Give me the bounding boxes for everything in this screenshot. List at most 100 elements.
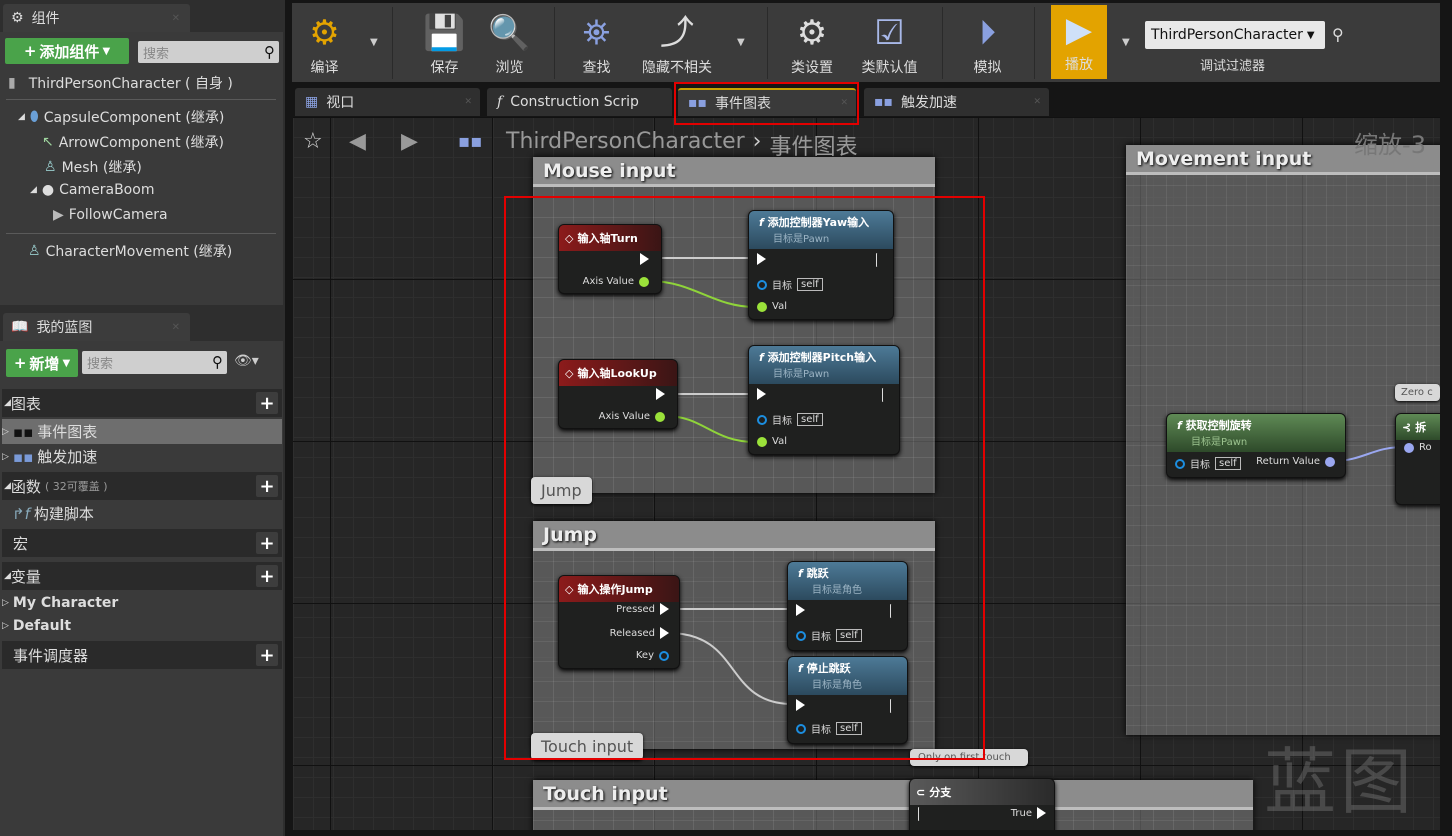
tree-root[interactable]: ▮ ThirdPersonCharacter ( 自身 ) bbox=[8, 73, 233, 93]
construction-script-icon: ↱f bbox=[12, 504, 30, 523]
rotator-out-pin[interactable] bbox=[1325, 456, 1335, 467]
left-panel: ⚙ 组件 ✕ + 添加组件 ▼ 搜索 ⚲ ▮ ThirdPersonCharacter ( … bbox=[0, 0, 285, 836]
tree-item[interactable]: ↖ ArrowComponent (继承) bbox=[42, 132, 224, 152]
play-icon: ▶ bbox=[1065, 10, 1093, 50]
checklist-icon: ☑ bbox=[874, 13, 905, 53]
chevron-down-icon: ▼ bbox=[1306, 29, 1315, 41]
tree-item[interactable]: ♙ Mesh (继承) bbox=[44, 157, 142, 177]
components-panel: + 添加组件 ▼ 搜索 ⚲ ▮ ThirdPersonCharacter ( 自身 ) … bbox=[0, 32, 283, 305]
close-icon[interactable]: ✕ bbox=[172, 322, 180, 333]
graph-item-event-graph[interactable]: ▷ ▪▪ 事件图表 bbox=[2, 419, 282, 444]
my-blueprint-tab[interactable]: 📖 我的蓝图 ✕ bbox=[3, 313, 190, 341]
variable-category[interactable]: ▷ Default bbox=[2, 613, 282, 638]
capsule-icon: ⬮ bbox=[29, 109, 39, 125]
tree-item[interactable]: ◢ ● CameraBoom bbox=[30, 182, 154, 198]
class-settings-button[interactable]: ⚙ 类设置 bbox=[787, 3, 837, 82]
divider bbox=[1034, 7, 1035, 79]
tab-sprint[interactable]: ▪▪ 触发加速 ✕ bbox=[864, 88, 1049, 116]
highlight-box-graph bbox=[504, 196, 985, 760]
spring-arm-icon: ● bbox=[41, 182, 55, 198]
class-defaults-button[interactable]: ☑ 类默认值 bbox=[857, 3, 922, 82]
function-item-construction-script[interactable]: ↱f 构建脚本 bbox=[2, 501, 282, 526]
blueprint-search-input[interactable]: 搜索 ⚲ bbox=[82, 351, 227, 374]
compile-icon: ⚙ bbox=[309, 13, 340, 53]
add-component-button[interactable]: + 添加组件 ▼ bbox=[5, 38, 129, 64]
add-new-button[interactable]: + 新增 ▼ bbox=[6, 349, 78, 377]
function-icon: f bbox=[497, 94, 503, 110]
break-icon: ⊰ bbox=[1402, 420, 1412, 434]
debug-filter-label: 调试过滤器 bbox=[1200, 59, 1266, 74]
my-blueprint-panel: + 新增 ▼ 搜索 ⚲ 👁▾ ◢ 图表 + ▷ ▪▪ 事件图表 ▷ ▪▪ 触发加速 ◢ 函数( 32… bbox=[0, 341, 283, 836]
divider bbox=[942, 7, 943, 79]
rotator-in-pin[interactable] bbox=[1404, 442, 1414, 453]
plus-icon: + bbox=[23, 42, 37, 60]
close-icon[interactable]: ✕ bbox=[464, 97, 472, 107]
simulate-button[interactable]: ⏵ 模拟 bbox=[965, 3, 1010, 82]
section-functions[interactable]: ◢ 函数( 32可覆盖 ) + bbox=[2, 472, 282, 500]
graph-icon: ▪▪ bbox=[12, 447, 34, 466]
divider bbox=[392, 7, 393, 79]
section-variables[interactable]: ◢ 变量 + bbox=[2, 562, 282, 590]
save-icon: 💾 bbox=[423, 13, 466, 53]
components-icon: ⚙ bbox=[11, 10, 24, 26]
true-exec-pin[interactable] bbox=[1037, 807, 1046, 819]
tab-viewport[interactable]: ▦ 视口 ✕ bbox=[295, 88, 480, 116]
hide-unrelated-button[interactable]: ⤴ 隐藏不相关 bbox=[637, 3, 717, 82]
components-tab[interactable]: ⚙ 组件 ✕ bbox=[3, 4, 190, 32]
node-branch[interactable]: ⊂ 分支 True bbox=[909, 778, 1055, 830]
viewport-icon: ▦ bbox=[305, 94, 319, 110]
node-get-control-rotation[interactable]: f 获取控制旋转 目标是Pawn 目标 self Return Value bbox=[1166, 413, 1346, 478]
node-break-rotator[interactable]: ⊰ 拆 Ro bbox=[1395, 413, 1440, 505]
target-pin[interactable] bbox=[1175, 458, 1185, 469]
find-button[interactable]: ⛯ 查找 bbox=[574, 3, 619, 82]
add-variable-button[interactable]: + bbox=[256, 565, 278, 587]
hide-options-chevron-icon[interactable]: ▼ bbox=[737, 37, 745, 48]
divider bbox=[554, 7, 555, 79]
add-function-button[interactable]: + bbox=[256, 475, 278, 497]
mesh-icon: ♙ bbox=[44, 159, 57, 175]
variable-category[interactable]: ▷ My Character bbox=[2, 590, 282, 615]
component-search-input[interactable]: 搜索 ⚲ bbox=[138, 41, 279, 63]
class-settings-icon: ⚙ bbox=[796, 13, 828, 53]
tree-item[interactable]: ◢ ⬮ CapsuleComponent (继承) bbox=[18, 107, 224, 127]
graph-icon: ▪▪ bbox=[12, 422, 34, 441]
play-button[interactable]: ▶ 播放 bbox=[1051, 5, 1107, 79]
function-icon: f bbox=[1177, 419, 1182, 432]
debug-object-select[interactable]: ThirdPersonCharacter ▼ bbox=[1145, 21, 1325, 49]
movement-icon: ♙ bbox=[28, 243, 41, 259]
close-icon[interactable]: ✕ bbox=[172, 13, 180, 24]
tree-item[interactable]: ♙ CharacterMovement (继承) bbox=[28, 241, 232, 261]
tab-construction-script[interactable]: f Construction Scrip bbox=[487, 88, 672, 116]
divider bbox=[767, 7, 768, 79]
capsule-icon: ▮ bbox=[8, 75, 16, 91]
add-graph-button[interactable]: + bbox=[256, 392, 278, 414]
play-options-chevron-icon[interactable]: ▼ bbox=[1122, 37, 1130, 48]
compile-options-chevron-icon[interactable]: ▼ bbox=[370, 37, 378, 48]
chevron-down-icon: ▼ bbox=[102, 45, 111, 57]
toolbar: ⚙ 编译 ▼ 💾 保存 🔍 浏览 ⛯ 查找 ⤴ 隐藏不相关 ▼ ⚙ 类设置 ☑ 类默认值 ⏵ 模… bbox=[292, 3, 1440, 82]
section-macros[interactable]: 宏 + bbox=[2, 529, 282, 557]
compile-button[interactable]: ⚙ 编译 bbox=[302, 3, 347, 82]
save-button[interactable]: 💾 保存 bbox=[422, 3, 467, 82]
graph-icon: ▪▪ bbox=[874, 94, 893, 110]
binoculars-icon: ⛯ bbox=[582, 13, 611, 53]
search-icon: ⚲ bbox=[264, 43, 275, 61]
magnifier-icon: 🔍 bbox=[488, 13, 531, 53]
tree-item[interactable]: ▶ FollowCamera bbox=[53, 207, 168, 223]
close-icon[interactable]: ✕ bbox=[1033, 97, 1041, 107]
book-icon: 📖 bbox=[11, 319, 29, 335]
divider bbox=[6, 233, 276, 234]
add-macro-button[interactable]: + bbox=[256, 532, 278, 554]
section-graphs[interactable]: ◢ 图表 + bbox=[2, 389, 282, 417]
view-options-eye-icon[interactable]: 👁▾ bbox=[234, 353, 259, 369]
graph-item-sprint[interactable]: ▷ ▪▪ 触发加速 bbox=[2, 444, 282, 469]
section-event-dispatchers[interactable]: 事件调度器 + bbox=[2, 641, 282, 669]
simulate-icon: ⏵ bbox=[979, 13, 996, 53]
chevron-down-icon: ▼ bbox=[62, 357, 71, 369]
browse-button[interactable]: 🔍 浏览 bbox=[487, 3, 532, 82]
add-dispatcher-button[interactable]: + bbox=[256, 644, 278, 666]
branch-icon: ⊂ bbox=[916, 785, 926, 799]
divider bbox=[6, 99, 276, 100]
exec-in-pin[interactable] bbox=[918, 807, 927, 819]
search-icon[interactable]: ⚲ bbox=[1332, 25, 1344, 44]
